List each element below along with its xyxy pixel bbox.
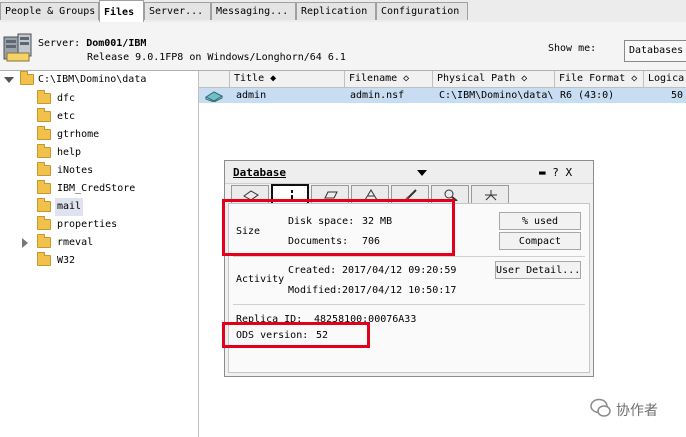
- created-value: 2017/04/12 09:20:59: [342, 265, 457, 276]
- server-release: Release 9.0.1FP8 on Windows/Longhorn/64 …: [87, 52, 346, 63]
- tree-root[interactable]: C:\IBM\Domino\data: [0, 71, 198, 89]
- tree-root-label: C:\IBM\Domino\data: [38, 74, 147, 85]
- server-header: Server: Dom001/IBM Release 9.0.1FP8 on W…: [0, 22, 686, 71]
- wechat-icon: [590, 398, 611, 417]
- column-file-format[interactable]: File Format ◇: [555, 71, 644, 87]
- folder-icon: [37, 108, 51, 122]
- tab-advanced[interactable]: [471, 185, 509, 203]
- expand-icon[interactable]: [22, 238, 28, 248]
- folder-icon: [37, 126, 51, 140]
- type-dropdown-icon[interactable]: [417, 170, 427, 176]
- tab-people-groups[interactable]: People & Groups: [0, 2, 99, 20]
- percent-used-button[interactable]: % used: [499, 212, 581, 230]
- tree-item-label: W32: [57, 255, 76, 266]
- modified-label: Modified:: [288, 285, 343, 296]
- column-title[interactable]: Title ◆: [230, 71, 345, 87]
- tab-configuration[interactable]: Configuration: [376, 2, 468, 20]
- column-icon: [199, 71, 230, 87]
- database-icon: [205, 91, 223, 102]
- advanced-icon: [485, 190, 497, 201]
- list-column-header: Title ◆ Filename ◇ Physical Path ◇ File …: [199, 71, 686, 88]
- tree-item-label: IBM_CredStore: [57, 183, 136, 194]
- properties-title-bar: Database ▬ ? X: [225, 161, 593, 184]
- folder-icon: [37, 198, 51, 212]
- section-divider: [233, 304, 585, 305]
- cell-logical: 50: [671, 90, 684, 101]
- tree-item-properties[interactable]: properties: [0, 216, 198, 234]
- tree-item-label: dfc: [57, 93, 76, 104]
- folder-icon: [37, 252, 51, 266]
- server-label: Server:: [38, 38, 81, 49]
- tree-item-gtrhome[interactable]: gtrhome: [0, 126, 198, 144]
- server-name-line: Server: Dom001/IBM: [38, 38, 146, 49]
- folder-icon: [37, 90, 51, 104]
- tab-replication[interactable]: Replication: [296, 2, 376, 20]
- tree-item-label: help: [57, 147, 82, 158]
- size-highlight-frame: [222, 199, 455, 256]
- properties-window-controls[interactable]: ▬ ? X: [539, 166, 572, 179]
- tree-item-label: iNotes: [57, 165, 94, 176]
- server-name: Dom001/IBM: [86, 38, 147, 49]
- server-icon: [3, 33, 32, 62]
- cell-format: R6 (43:0): [560, 90, 615, 101]
- folder-icon: [37, 144, 51, 158]
- tree-item-label: gtrhome: [57, 129, 100, 140]
- tree-item-help[interactable]: help: [0, 144, 198, 162]
- tree-item-ibm-credstore[interactable]: IBM_CredStore: [0, 180, 198, 198]
- main-tab-strip: People & Groups Files Server... Messagin…: [0, 0, 686, 23]
- properties-type-label: Database: [233, 166, 286, 179]
- tree-item-rmeval[interactable]: rmeval: [0, 234, 198, 252]
- column-filename[interactable]: Filename ◇: [345, 71, 433, 87]
- table-row[interactable]: admin admin.nsf C:\IBM\Domino\data\ R6 (…: [199, 88, 686, 103]
- cell-path: C:\IBM\Domino\data\: [439, 90, 554, 101]
- tree-item-mail[interactable]: mail: [0, 198, 198, 216]
- tree-item-label: etc: [57, 111, 76, 122]
- tab-server[interactable]: Server...: [144, 2, 211, 20]
- compact-button[interactable]: Compact: [499, 232, 581, 250]
- column-physical-path[interactable]: Physical Path ◇: [433, 71, 555, 87]
- user-detail-button[interactable]: User Detail...: [495, 261, 581, 279]
- cell-title: admin: [236, 90, 267, 101]
- tree-item-w32[interactable]: W32: [0, 252, 198, 270]
- watermark: 协作者: [590, 397, 658, 421]
- show-me-dropdown[interactable]: Databases: [624, 40, 686, 62]
- folder-icon: [37, 216, 51, 230]
- section-divider: [233, 256, 585, 257]
- tab-messaging[interactable]: Messaging...: [211, 2, 296, 20]
- cell-filename: admin.nsf: [350, 90, 405, 101]
- folder-icon: [37, 234, 51, 248]
- folder-icon: [37, 180, 51, 194]
- column-logical[interactable]: Logica: [644, 71, 686, 87]
- folder-open-icon: [20, 71, 34, 85]
- tree-item-label: mail: [55, 198, 84, 216]
- activity-section-label: Activity: [236, 274, 285, 285]
- tab-files[interactable]: Files: [99, 0, 144, 22]
- show-me-label: Show me:: [548, 43, 597, 54]
- tree-item-inotes[interactable]: iNotes: [0, 162, 198, 180]
- tree-item-label: rmeval: [57, 237, 94, 248]
- tree-item-label: properties: [57, 219, 118, 230]
- tree-item-dfc[interactable]: dfc: [0, 90, 198, 108]
- folder-icon: [37, 162, 51, 176]
- folder-tree: C:\IBM\Domino\data dfc etc gtrhome help …: [0, 71, 199, 437]
- tree-item-etc[interactable]: etc: [0, 108, 198, 126]
- modified-value: 2017/04/12 10:50:17: [342, 285, 457, 296]
- collapse-icon[interactable]: [4, 77, 14, 83]
- watermark-text: 协作者: [616, 403, 658, 419]
- created-label: Created:: [288, 265, 337, 276]
- ods-highlight-frame: [222, 322, 370, 348]
